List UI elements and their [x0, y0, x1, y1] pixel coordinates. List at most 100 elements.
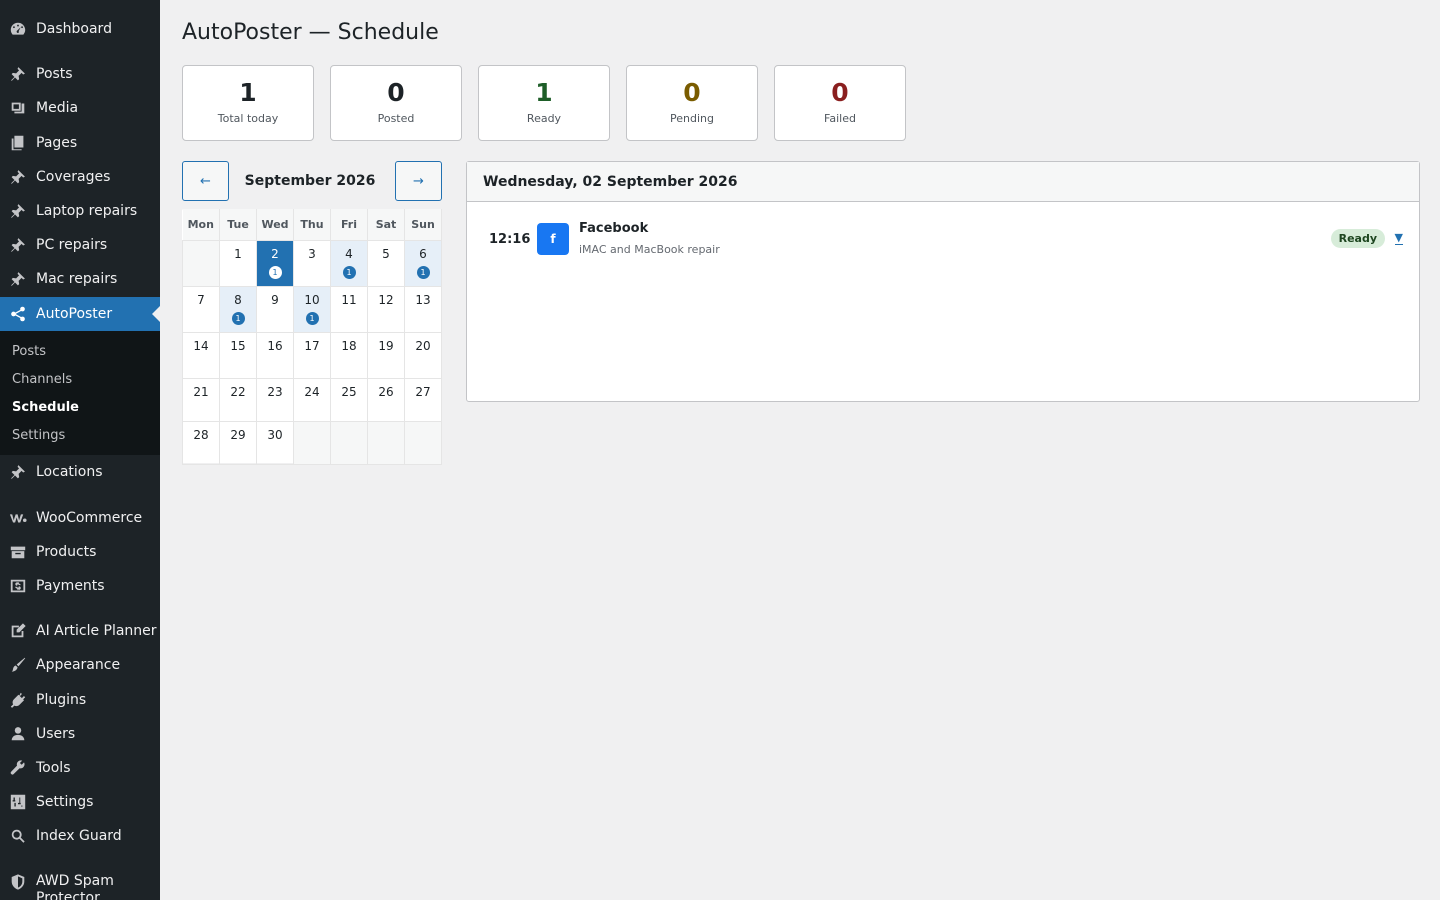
- sidebar-item-posts[interactable]: Posts: [0, 57, 160, 91]
- expand-toggle-icon[interactable]: ▼: [1394, 231, 1403, 245]
- sidebar-item-pages[interactable]: Pages: [0, 126, 160, 160]
- sidebar-item-label: Payments: [36, 577, 105, 594]
- pin-icon: [0, 270, 36, 288]
- sidebar-item-payments[interactable]: Payments: [0, 569, 160, 603]
- day-number: 10: [304, 292, 320, 307]
- calendar-day-18[interactable]: 18: [330, 331, 368, 379]
- sidebar-item-appearance[interactable]: Appearance: [0, 648, 160, 682]
- sidebar-item-media[interactable]: Media: [0, 91, 160, 125]
- pin-icon: [0, 202, 36, 220]
- calendar-empty-cell: [404, 420, 442, 465]
- sidebar-item-users[interactable]: Users: [0, 717, 160, 751]
- sidebar-item-label: Posts: [36, 65, 73, 82]
- stat-card-ready: 1 Ready: [478, 65, 610, 141]
- sidebar-item-pc-repairs[interactable]: PC repairs: [0, 228, 160, 262]
- pin-icon: [0, 168, 36, 186]
- calendar-day-17[interactable]: 17: [293, 331, 331, 379]
- calendar-day-25[interactable]: 25: [330, 377, 368, 422]
- calendar-day-19[interactable]: 19: [367, 331, 405, 379]
- calendar-day-3[interactable]: 3: [293, 239, 331, 287]
- calendar-empty-cell: [367, 420, 405, 465]
- calendar-day-26[interactable]: 26: [367, 377, 405, 422]
- sidebar-item-label: Tools: [36, 759, 71, 776]
- calendar-day-20[interactable]: 20: [404, 331, 442, 379]
- submenu-item-posts[interactable]: Posts: [0, 337, 160, 365]
- sidebar-item-mac-repairs[interactable]: Mac repairs: [0, 262, 160, 296]
- day-number: 19: [378, 338, 394, 353]
- day-number: 18: [341, 338, 357, 353]
- entry-time: 12:16: [489, 232, 531, 247]
- day-number: 11: [341, 292, 357, 307]
- status-badge: Ready: [1330, 229, 1385, 248]
- post-count-badge: 1: [231, 311, 245, 325]
- sidebar-item-label: AutoPoster: [36, 305, 113, 322]
- sidebar-item-locations[interactable]: Locations: [0, 455, 160, 489]
- calendar-day-4[interactable]: 41: [330, 239, 368, 287]
- calendar-day-29[interactable]: 29: [219, 420, 257, 465]
- calendar-day-8[interactable]: 81: [219, 285, 257, 333]
- sidebar-item-label: WooCommerce: [36, 509, 143, 526]
- stat-label: Pending: [670, 112, 714, 125]
- day-number: 23: [267, 384, 283, 399]
- stat-card-posted: 0 Posted: [330, 65, 462, 141]
- calendar-day-6[interactable]: 61: [404, 239, 442, 287]
- sidebar-item-plugins[interactable]: Plugins: [0, 683, 160, 717]
- day-number: 2: [271, 246, 279, 261]
- sidebar-item-label: Settings: [36, 793, 94, 810]
- stat-card-pending: 0 Pending: [626, 65, 758, 141]
- calendar-day-11[interactable]: 11: [330, 285, 368, 333]
- calendar-day-9[interactable]: 9: [256, 285, 294, 333]
- sidebar-item-laptop-repairs[interactable]: Laptop repairs: [0, 194, 160, 228]
- calendar-day-28[interactable]: 28: [182, 420, 220, 465]
- day-number: 12: [378, 292, 394, 307]
- dashboard-icon: [0, 20, 36, 38]
- submenu-item-settings[interactable]: Settings: [0, 421, 160, 449]
- calendar-day-13[interactable]: 13: [404, 285, 442, 333]
- calendar-day-30[interactable]: 30: [256, 420, 294, 465]
- day-number: 1: [234, 246, 242, 261]
- calendar-day-16[interactable]: 16: [256, 331, 294, 379]
- calendar-day-22[interactable]: 22: [219, 377, 257, 422]
- sidebar-item-tools[interactable]: Tools: [0, 751, 160, 785]
- sidebar-item-coverages[interactable]: Coverages: [0, 160, 160, 194]
- calendar-day-1[interactable]: 1: [219, 239, 257, 287]
- calendar-day-23[interactable]: 23: [256, 377, 294, 422]
- calendar-day-27[interactable]: 27: [404, 377, 442, 422]
- sidebar-item-awd-spam-protector[interactable]: AWD Spam Protector: [0, 865, 160, 900]
- sidebar-item-autoposter[interactable]: AutoPoster: [0, 297, 160, 331]
- calendar-day-15[interactable]: 15: [219, 331, 257, 379]
- calendar-day-12[interactable]: 12: [367, 285, 405, 333]
- wrench-icon: [0, 759, 36, 777]
- calendar-day-21[interactable]: 21: [182, 377, 220, 422]
- submenu-item-channels[interactable]: Channels: [0, 365, 160, 393]
- day-number: 3: [308, 246, 316, 261]
- pin-icon: [0, 463, 36, 481]
- day-number: 14: [193, 338, 209, 353]
- brush-icon: [0, 656, 36, 674]
- calendar-day-7[interactable]: 7: [182, 285, 220, 333]
- calendar-month-label: September 2026: [244, 173, 376, 189]
- sidebar-item-woocommerce[interactable]: WooCommerce: [0, 501, 160, 535]
- sidebar-item-dashboard[interactable]: Dashboard: [0, 12, 160, 46]
- next-month-button[interactable]: →: [395, 161, 442, 201]
- prev-month-button[interactable]: ←: [182, 161, 229, 201]
- calendar-day-5[interactable]: 5: [367, 239, 405, 287]
- entry-post-title: iMAC and MacBook repair: [579, 243, 720, 256]
- stat-label: Ready: [526, 112, 562, 125]
- submenu-item-schedule[interactable]: Schedule: [0, 393, 160, 421]
- sidebar-item-label: PC repairs: [36, 236, 108, 253]
- calendar-day-10[interactable]: 10 1: [293, 285, 331, 333]
- sidebar-item-products[interactable]: Products: [0, 535, 160, 569]
- autoposter-submenu: Posts Channels Schedule Settings: [0, 331, 160, 455]
- calendar-day-14[interactable]: 14: [182, 331, 220, 379]
- schedule-entry[interactable]: 12:16 f Facebook iMAC and MacBook repair…: [467, 221, 1419, 256]
- sidebar-item-ai-article-planner[interactable]: AI Article Planner: [0, 614, 160, 648]
- day-number: 26: [378, 384, 394, 399]
- sidebar-item-settings[interactable]: Settings: [0, 785, 160, 819]
- day-panel-title: Wednesday, 02 September 2026: [467, 162, 1419, 202]
- sidebar-item-index-guard[interactable]: Index Guard: [0, 819, 160, 853]
- day-number: 20: [415, 338, 431, 353]
- calendar-day-2[interactable]: 21: [256, 239, 294, 287]
- stat-value: 1: [535, 78, 553, 107]
- calendar-day-24[interactable]: 24: [293, 377, 331, 422]
